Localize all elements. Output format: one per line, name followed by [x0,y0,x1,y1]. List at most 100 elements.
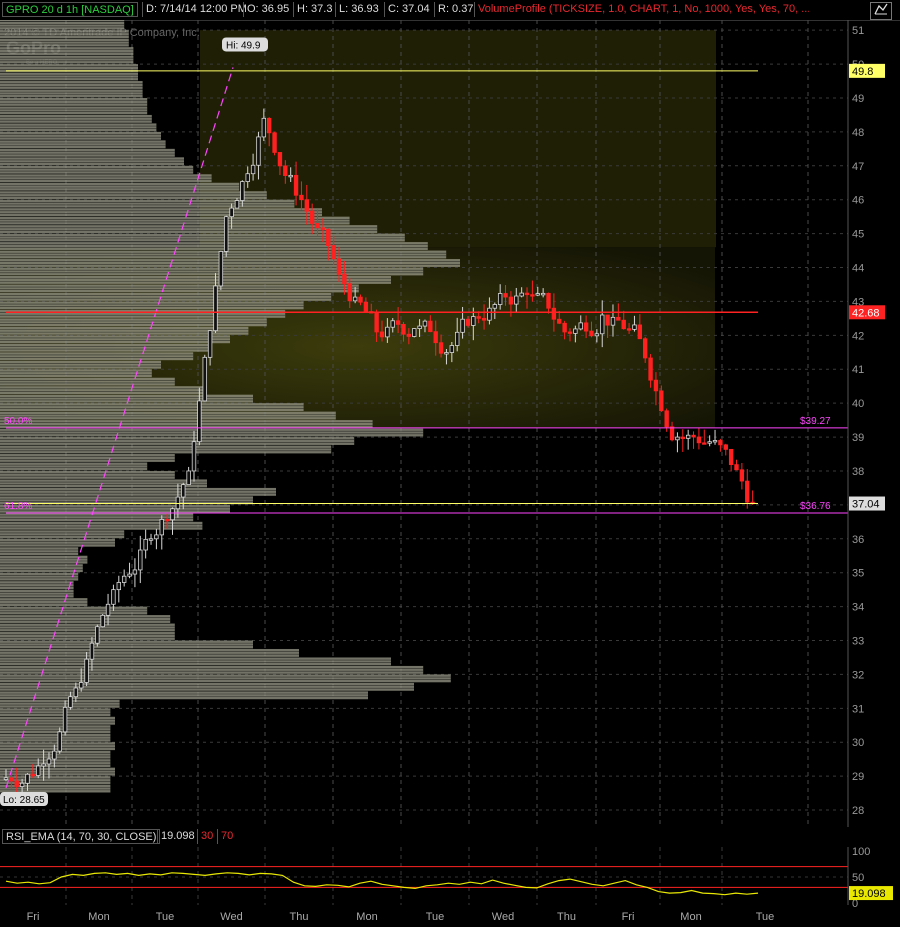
candle-body [605,314,610,326]
candle-body [164,519,170,522]
candle-body [433,331,438,344]
volume-profile-bar [0,81,143,89]
candle-body [277,152,283,167]
volume-profile-bar [0,606,148,615]
study-label[interactable]: VolumeProfile (TICKSIZE, 1.0, CHART, 1, … [474,2,809,17]
candle-body [116,582,121,591]
volume-profile-bar [0,131,161,140]
candle-body [57,731,62,752]
candle-body [342,273,347,285]
close-readout: C: 37.04 [384,2,433,17]
candle-body [121,575,127,583]
candle-body [449,345,455,353]
candle-body [497,293,503,305]
symbol-label[interactable]: GPRO 20 d 1h [NASDAQ] [2,2,138,17]
candle-body [105,603,111,616]
rsi-background [0,847,848,905]
candle-body [320,227,326,230]
volume-profile-bar [0,648,299,657]
candle-body [256,136,261,166]
candle-body [659,390,664,412]
candle-body [503,293,508,298]
volume-profile-bar [0,657,391,666]
candle-body [487,307,492,321]
candle-body [718,440,723,446]
price-tick-label: 34 [852,602,864,614]
price-tick-label: 31 [852,703,864,715]
rsi-value: 19.098 [157,829,198,844]
candle-body [25,773,30,784]
candle-body [696,436,702,444]
candle-body [261,117,267,138]
candle-body [170,508,175,521]
volume-profile-bar [0,767,115,776]
candle-body [181,484,186,498]
candle-body [546,292,551,309]
price-tick-label: 28 [852,805,864,817]
volume-profile-bar [0,182,240,191]
candle-body [46,758,52,765]
candle-body [352,296,358,302]
candle-body [315,223,320,229]
rsi-study-label[interactable]: RSI_EMA (14, 70, 30, CLOSE) [2,829,161,844]
rsi-header: RSI_EMA (14, 70, 30, CLOSE) 19.098 30 70 [0,827,900,847]
candle-body [712,440,718,443]
volume-profile-bar [0,513,194,522]
price-chart[interactable]: 2014 © TD Ameritrade IP Company, Inc.GoP… [0,20,900,827]
price-tick-label: 42 [852,330,864,342]
price-tick-label: 51 [852,25,864,37]
volume-profile-bar [0,242,428,250]
candle-body [62,706,68,733]
candle-body [680,436,685,439]
volume-profile-bar [0,632,175,640]
candle-body [111,589,116,605]
volume-profile-bar [0,598,88,607]
volume-profile-bar [0,725,111,734]
candle-body [621,319,626,330]
candle-body [358,296,363,303]
candle-body [723,444,728,450]
time-tick-label: Mon [680,911,702,923]
volume-profile-bar [0,572,79,581]
volume-profile-bar [0,259,460,267]
price-tick-label: 47 [852,161,864,173]
volume-profile-bar [0,733,111,742]
candle-body [266,117,272,134]
candle-body [600,314,605,335]
candle-body [138,549,143,571]
volume-profile-bar [0,538,115,547]
fib-618-label: 61.8% [4,501,32,512]
candle-body [36,765,41,776]
candle-body [664,410,669,428]
candle-body [143,538,148,551]
price-tick-label: 36 [852,534,864,546]
volume-profile-bar [0,199,295,208]
candle-body [9,777,14,782]
rsi-param-30: 30 [197,829,216,844]
candle-body [283,165,288,176]
candle-body [417,325,422,329]
price-tick-label: 45 [852,229,864,241]
volume-profile-bar [0,674,451,683]
candle-body [508,296,514,305]
volume-profile-bar [0,403,304,412]
rsi-chart[interactable]: 05010019.098 [0,847,900,909]
candle-body [175,496,181,510]
candle-body [293,174,299,196]
volume-profile-bar [0,759,111,768]
chart-icon[interactable] [870,2,892,20]
candle-body [272,132,277,153]
volume-profile-bar [0,165,194,174]
candle-body [19,782,25,787]
volume-profile-bar [0,682,414,691]
candle-body [675,436,680,441]
candle-body [728,448,734,466]
candle-body [444,352,449,355]
time-tick-label: Thu [557,911,576,923]
volume-profile-bar [0,487,276,496]
price-tick-label: 39 [852,432,864,444]
candle-body [347,283,352,302]
time-tick-label: Fri [621,911,635,923]
volume-profile-bar [0,140,166,149]
time-tick-label: Wed [491,911,515,923]
